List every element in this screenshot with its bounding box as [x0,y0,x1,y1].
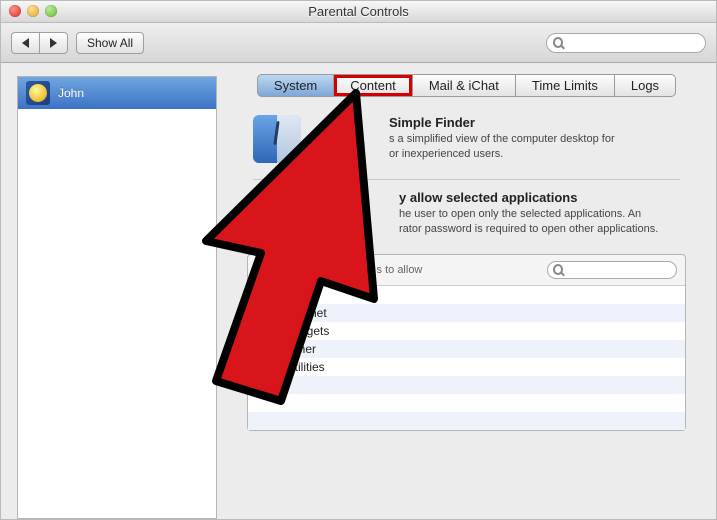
section-divider [253,179,680,180]
allowed-apps-list[interactable]: iLife Internet Widgets [248,285,685,430]
window-minimize-button[interactable] [27,5,39,17]
app-label: Widgets [286,324,329,338]
section-allow-apps: y allow selected applications he user to… [229,186,704,248]
toolbar: Show All [1,23,716,63]
disclosure-triangle-icon[interactable] [258,345,264,353]
user-name-label: John [58,86,84,100]
allowed-apps-header: e app s to allow [248,255,685,285]
search-icon [553,264,563,275]
app-label: Internet [286,306,327,320]
forward-button[interactable] [39,32,68,54]
allow-apps-desc-1: he user to open only the selected applic… [359,207,680,222]
nav-buttons [11,32,68,54]
app-checkbox[interactable] [269,361,281,373]
allowed-apps-search-input[interactable] [563,263,671,276]
app-row-utilities[interactable]: Utilities [248,358,685,376]
app-checkbox[interactable] [269,307,281,319]
parental-controls-window: Parental Controls Show All John System [0,0,717,520]
app-label: Other [286,342,316,356]
users-sidebar: John [17,76,217,519]
finder-icon [253,115,301,163]
disclosure-triangle-icon[interactable] [258,363,264,371]
user-avatar-icon [26,81,50,105]
tab-content[interactable]: Content [334,74,413,97]
window-close-button[interactable] [9,5,21,17]
simple-finder-desc-2: or inexperienced users. [349,147,680,162]
show-all-button[interactable]: Show All [76,32,144,54]
tab-mail-ichat[interactable]: Mail & iChat [413,74,516,97]
app-label: iLife [286,288,308,302]
disclosure-triangle-icon[interactable] [258,291,264,299]
app-checkbox[interactable] [269,343,281,355]
allow-apps-desc-2: rator password is required to open other… [359,222,680,237]
titlebar: Parental Controls [1,1,716,23]
allowed-apps-panel: e app s to allow iLife [247,254,686,431]
app-checkbox[interactable] [269,325,281,337]
app-row-empty [248,376,685,394]
section-simple-finder: Simple Finder s a simplified view of the… [229,111,704,173]
simple-finder-desc-1: s a simplified view of the computer desk… [349,132,680,147]
chevron-right-icon [50,38,57,48]
tab-logs[interactable]: Logs [615,74,676,97]
tab-bar: System Content Mail & iChat Time Limits … [229,74,704,97]
app-row-empty [248,394,685,412]
back-button[interactable] [11,32,39,54]
content-pane: System Content Mail & iChat Time Limits … [217,74,716,519]
toolbar-search[interactable] [546,33,706,53]
tab-time-limits[interactable]: Time Limits [516,74,615,97]
chevron-left-icon [22,38,29,48]
search-icon [553,37,563,48]
app-row-empty [248,412,685,430]
allowed-apps-header-label: e app s to allow [256,264,422,276]
allow-apps-title: y allow selected applications [359,190,680,205]
simple-finder-title: Simple Finder [349,115,680,130]
app-row-widgets[interactable]: Widgets [248,322,685,340]
window-title: Parental Controls [308,4,408,19]
disclosure-triangle-icon[interactable] [258,309,264,317]
allowed-apps-search[interactable] [547,261,677,279]
main-split: John System Content Mail & iChat Time Li… [1,64,716,519]
app-row-internet[interactable]: Internet [248,304,685,322]
tab-system[interactable]: System [257,74,334,97]
toolbar-search-input[interactable] [563,36,699,50]
sidebar-user-row[interactable]: John [18,77,216,109]
window-zoom-button[interactable] [45,5,57,17]
app-row-ilife[interactable]: iLife [248,286,685,304]
app-label: Utilities [286,360,325,374]
app-row-other[interactable]: Other [248,340,685,358]
